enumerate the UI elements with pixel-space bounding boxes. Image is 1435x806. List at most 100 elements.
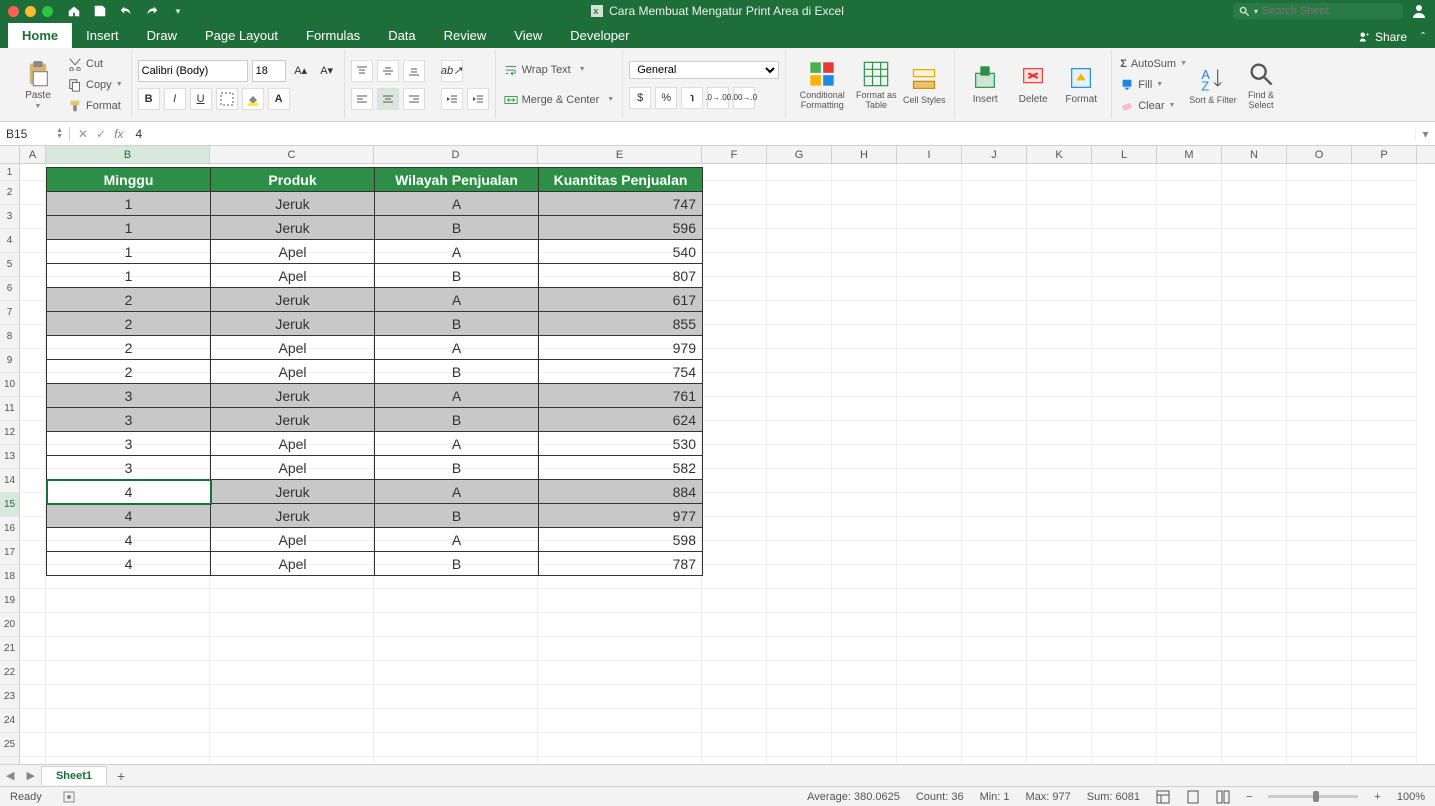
cell[interactable] (897, 589, 962, 613)
cell[interactable] (1222, 325, 1287, 349)
row-header[interactable]: 25 (0, 733, 20, 757)
table-cell[interactable]: A (375, 528, 539, 552)
row-header[interactable]: 6 (0, 277, 20, 301)
cell[interactable] (767, 757, 832, 764)
decrease-decimal-button[interactable]: .00→.0 (733, 87, 755, 109)
table-cell[interactable]: 979 (539, 336, 703, 360)
cell[interactable] (702, 164, 767, 181)
cell[interactable] (1157, 733, 1222, 757)
cell[interactable] (1287, 637, 1352, 661)
cell[interactable] (767, 349, 832, 373)
cell[interactable] (20, 733, 46, 757)
cell[interactable] (962, 493, 1027, 517)
cell[interactable] (962, 637, 1027, 661)
cell[interactable] (1222, 493, 1287, 517)
table-cell[interactable]: Apel (211, 456, 375, 480)
cell[interactable] (538, 613, 702, 637)
cell[interactable] (20, 613, 46, 637)
table-cell[interactable]: 807 (539, 264, 703, 288)
table-cell[interactable]: 4 (47, 528, 211, 552)
cell[interactable] (1287, 613, 1352, 637)
cell[interactable] (832, 589, 897, 613)
cell[interactable] (1352, 277, 1417, 301)
cell[interactable] (767, 397, 832, 421)
cell[interactable] (832, 661, 897, 685)
cell[interactable] (702, 661, 767, 685)
cell[interactable] (702, 637, 767, 661)
table-cell[interactable]: 582 (539, 456, 703, 480)
cell[interactable] (538, 757, 702, 764)
cell[interactable] (1157, 517, 1222, 541)
cell[interactable] (1027, 445, 1092, 469)
redo-icon[interactable] (145, 4, 159, 18)
cell[interactable] (1287, 541, 1352, 565)
undo-icon[interactable] (119, 4, 133, 18)
font-color-button[interactable]: A (268, 88, 290, 110)
delete-cells-button[interactable]: Delete (1009, 64, 1057, 105)
cell[interactable] (1157, 493, 1222, 517)
cell[interactable] (702, 493, 767, 517)
row-header[interactable]: 17 (0, 541, 20, 565)
close-window-button[interactable] (8, 6, 19, 17)
cell[interactable] (897, 164, 962, 181)
table-cell[interactable]: 3 (47, 408, 211, 432)
column-header[interactable]: A (20, 146, 46, 163)
cell[interactable] (767, 709, 832, 733)
cell[interactable] (1157, 373, 1222, 397)
cell[interactable] (702, 541, 767, 565)
row-header[interactable]: 20 (0, 613, 20, 637)
cell[interactable] (897, 277, 962, 301)
cell[interactable] (1092, 589, 1157, 613)
cell[interactable] (1352, 229, 1417, 253)
cell[interactable] (20, 253, 46, 277)
cell[interactable] (210, 589, 374, 613)
cell[interactable] (962, 181, 1027, 205)
copy-button[interactable]: Copy▼ (66, 75, 125, 95)
cell[interactable] (1352, 757, 1417, 764)
cell[interactable] (1157, 685, 1222, 709)
cell[interactable] (1027, 517, 1092, 541)
cell[interactable] (832, 517, 897, 541)
format-painter-button[interactable]: Format (66, 96, 125, 116)
table-cell[interactable]: A (375, 288, 539, 312)
view-page-break-icon[interactable] (1216, 790, 1230, 804)
cell[interactable] (897, 661, 962, 685)
row-header[interactable]: 16 (0, 517, 20, 541)
cell[interactable] (702, 181, 767, 205)
cell[interactable] (1287, 517, 1352, 541)
cell[interactable] (1222, 757, 1287, 764)
cell[interactable] (832, 541, 897, 565)
cell[interactable] (1287, 709, 1352, 733)
cell[interactable] (1092, 205, 1157, 229)
cell[interactable] (20, 164, 46, 181)
share-button[interactable]: + Share (1359, 30, 1407, 44)
cell[interactable] (1352, 373, 1417, 397)
cell[interactable] (702, 613, 767, 637)
cell[interactable] (1222, 205, 1287, 229)
tab-developer[interactable]: Developer (556, 23, 643, 48)
table-cell[interactable]: 530 (539, 432, 703, 456)
cell[interactable] (1092, 349, 1157, 373)
cell[interactable] (702, 565, 767, 589)
cell[interactable] (897, 421, 962, 445)
row-header[interactable]: 23 (0, 685, 20, 709)
cell[interactable] (962, 301, 1027, 325)
align-middle-button[interactable] (377, 60, 399, 82)
column-header[interactable]: E (538, 146, 702, 163)
cell[interactable] (1157, 349, 1222, 373)
cell[interactable] (1157, 637, 1222, 661)
column-header[interactable]: F (702, 146, 767, 163)
home-icon[interactable] (67, 4, 81, 18)
cell[interactable] (767, 373, 832, 397)
cell[interactable] (1092, 517, 1157, 541)
cell[interactable] (1352, 421, 1417, 445)
column-header[interactable]: B (46, 146, 210, 163)
cell[interactable] (767, 229, 832, 253)
cell[interactable] (538, 589, 702, 613)
cell[interactable] (1352, 164, 1417, 181)
row-header[interactable]: 9 (0, 349, 20, 373)
cell[interactable] (767, 517, 832, 541)
cell[interactable] (1092, 637, 1157, 661)
cell[interactable] (1352, 493, 1417, 517)
cell[interactable] (20, 277, 46, 301)
